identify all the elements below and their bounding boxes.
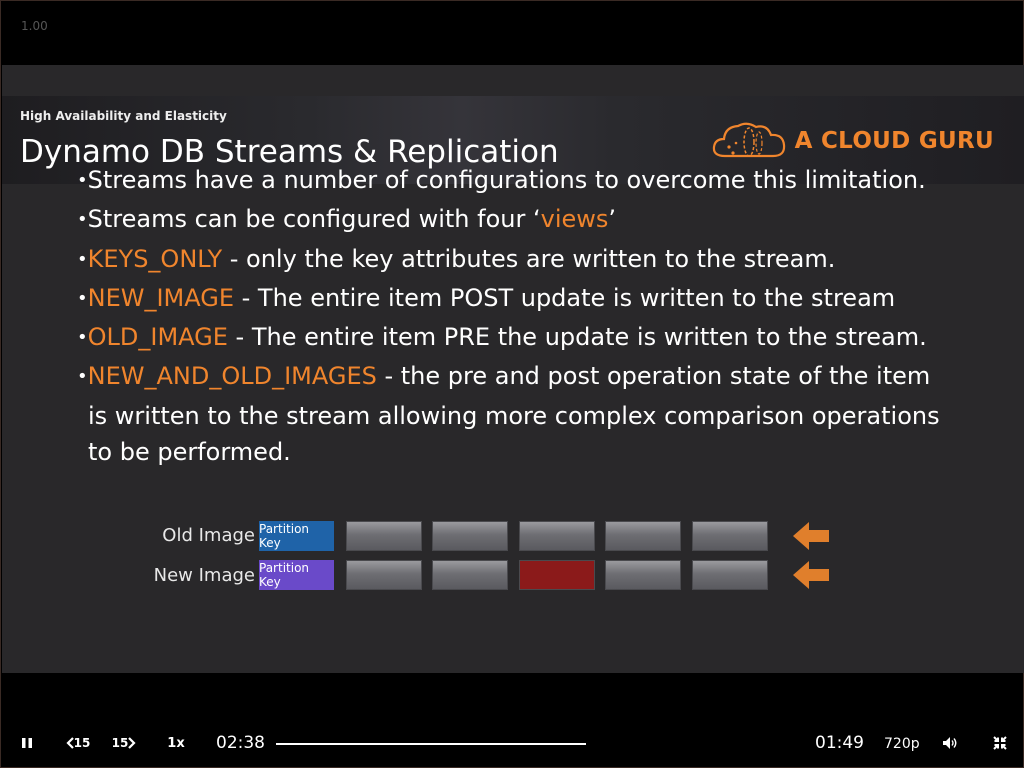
bullet-6-continuation-2: to be performed. xyxy=(88,438,291,467)
bullet-1: •Streams have a number of configurations… xyxy=(77,166,926,194)
pause-button[interactable] xyxy=(15,731,39,755)
volume-icon xyxy=(943,737,957,749)
bullet-6: •NEW_AND_OLD_IMAGES - the pre and post o… xyxy=(77,362,931,391)
row-label-old-image: Old Image xyxy=(162,525,255,546)
bullet-2: •Streams can be configured with four ‘vi… xyxy=(77,205,617,234)
exit-fullscreen-icon xyxy=(993,736,1007,750)
progress-bar[interactable] xyxy=(276,743,586,745)
chevron-left-icon xyxy=(66,737,74,749)
bullet-4: •NEW_IMAGE - The entire item POST update… xyxy=(77,283,896,312)
player-controls: 15 15 1x 02:38 01:49 720p xyxy=(1,711,1024,768)
bullet-5: •OLD_IMAGE - The entire item PRE the upd… xyxy=(77,323,927,352)
attribute-cell xyxy=(346,560,422,590)
partition-key-new: Partition Key xyxy=(259,560,334,590)
attribute-cell xyxy=(432,521,508,551)
cloud-icon xyxy=(712,122,785,158)
attribute-cell xyxy=(432,560,508,590)
quality-button[interactable]: 720p xyxy=(884,736,920,752)
chevron-right-icon xyxy=(128,737,136,749)
attribute-cell xyxy=(346,521,422,551)
attribute-cell xyxy=(605,560,681,590)
brand-logo: A CLOUD GURU xyxy=(711,118,994,164)
partition-key-old: Partition Key xyxy=(259,521,334,551)
bullet-list: •Streams have a number of configurations… xyxy=(77,162,997,470)
rewind-15-button[interactable]: 15 xyxy=(63,731,93,755)
forward-15-button[interactable]: 15 xyxy=(109,731,139,755)
arrow-left-icon xyxy=(793,522,829,550)
bullet-6-continuation-1: is written to the stream allowing more c… xyxy=(88,401,940,430)
attribute-cell xyxy=(692,560,768,590)
remaining-time: 01:49 xyxy=(815,733,864,753)
attribute-cell xyxy=(605,521,681,551)
exit-fullscreen-button[interactable] xyxy=(989,731,1011,755)
video-player[interactable]: 1.00 High Availability and Elasticity Dy… xyxy=(0,0,1024,768)
arrow-left-icon xyxy=(793,561,829,589)
playback-speed-button[interactable]: 1x xyxy=(161,731,191,755)
attribute-cell xyxy=(519,521,595,551)
changed-attribute-cell xyxy=(519,560,595,590)
slide-pretitle: High Availability and Elasticity xyxy=(20,109,227,123)
bullet-3: •KEYS_ONLY - only the key attributes are… xyxy=(77,244,836,273)
zoom-indicator: 1.00 xyxy=(21,19,48,33)
elapsed-time: 02:38 xyxy=(216,733,265,753)
row-label-new-image: New Image xyxy=(153,565,255,586)
attribute-cell xyxy=(692,521,768,551)
pause-icon xyxy=(22,738,32,748)
volume-button[interactable] xyxy=(939,731,961,755)
brand-name: A CLOUD GURU xyxy=(794,128,994,154)
